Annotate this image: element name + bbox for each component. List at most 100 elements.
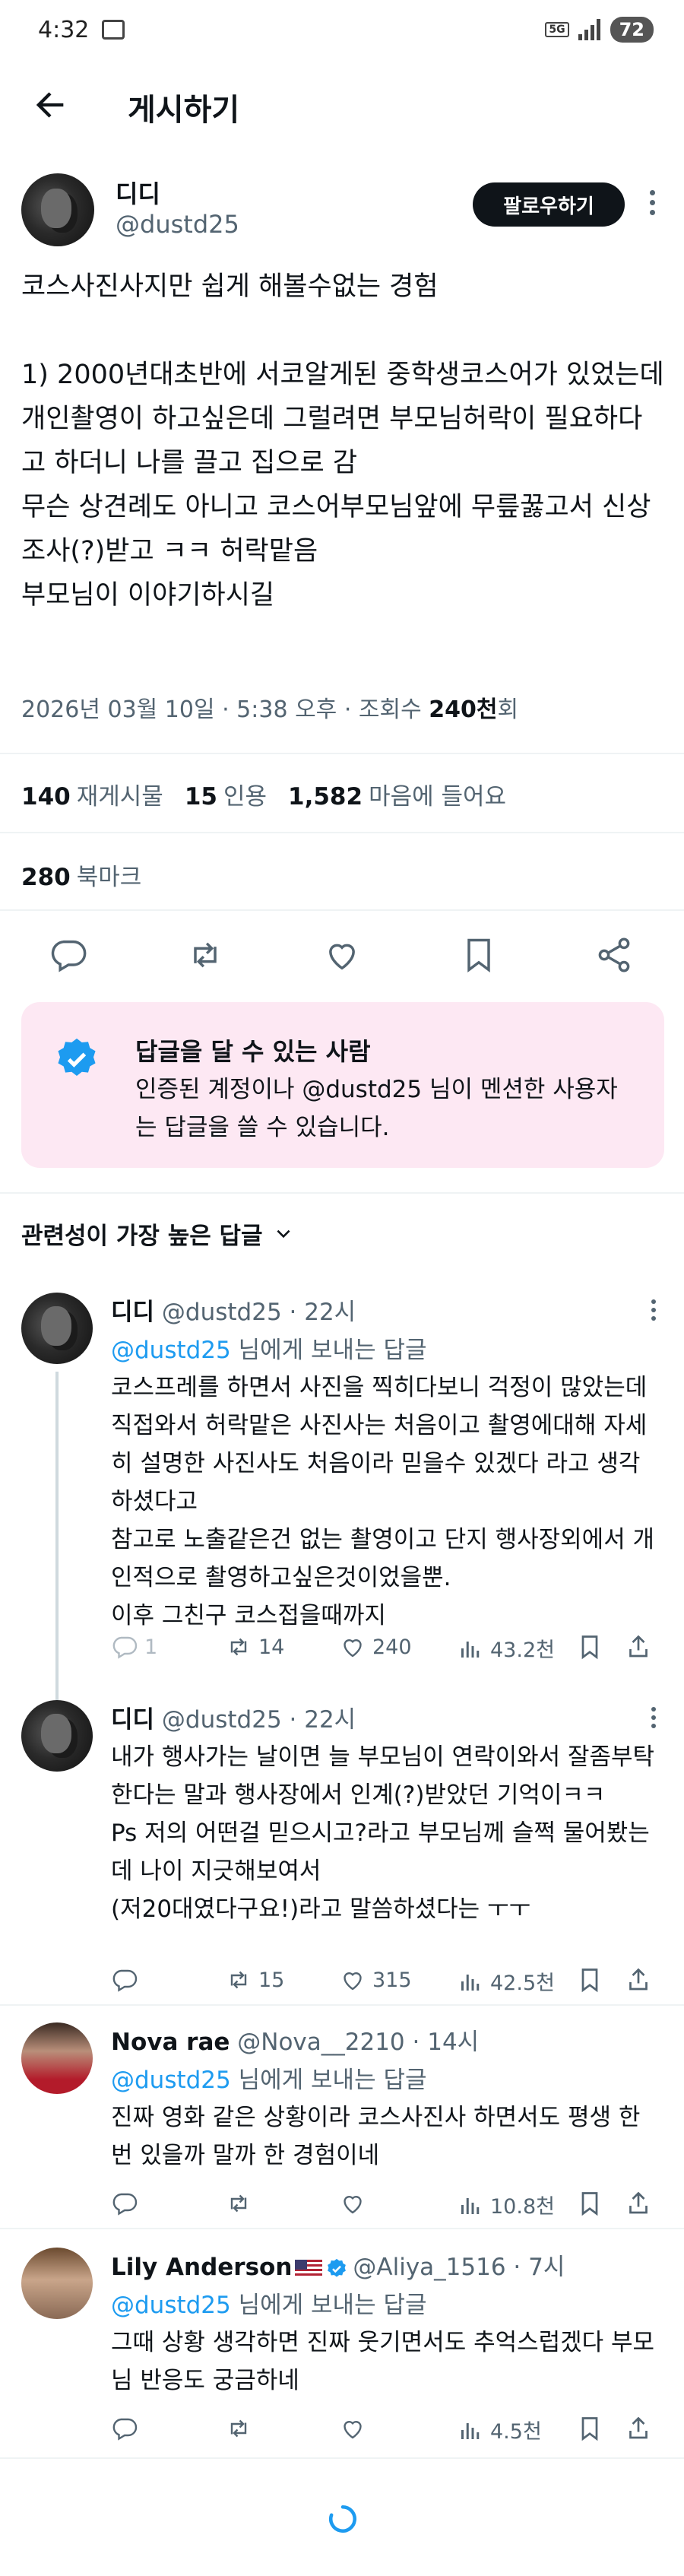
share-icon[interactable] xyxy=(625,1966,652,1994)
view-count[interactable]: 240천 xyxy=(429,696,497,723)
repost-icon xyxy=(230,1971,247,1989)
avatar[interactable] xyxy=(21,173,94,246)
quotes-stat[interactable]: 15 인용 xyxy=(185,777,267,811)
reply-count[interactable] xyxy=(111,2190,144,2217)
reply-header: 디디 @dustd25 · 22시 xyxy=(111,1706,356,1734)
divider xyxy=(0,832,684,833)
analytics-icon xyxy=(461,1974,480,1991)
post-date: 2026년 03월 10일 · 5:38 오후 · 조회수 xyxy=(21,696,429,723)
bookmark-icon[interactable] xyxy=(576,1633,603,1661)
view-count[interactable]: 10.8천 xyxy=(457,2190,555,2219)
repost-count[interactable] xyxy=(225,2190,258,2217)
author-name[interactable]: 디디 xyxy=(116,175,160,210)
chevron-down-icon xyxy=(277,1229,290,1238)
reply-count[interactable] xyxy=(111,1966,144,1994)
reply-icon xyxy=(112,2418,138,2441)
reply-count[interactable] xyxy=(111,2415,144,2442)
view-count[interactable]: 4.5천 xyxy=(457,2415,542,2444)
repost-count[interactable] xyxy=(225,2415,258,2442)
like-count[interactable]: 240 xyxy=(339,1633,412,1661)
like-icon xyxy=(344,1639,362,1658)
more-options-icon[interactable] xyxy=(646,1296,661,1332)
status-icons: 5G 72 xyxy=(545,17,654,43)
engagement-stats: 140 재게시물 15 인용 1,582 마음에 들어요 xyxy=(21,777,506,811)
follow-button[interactable]: 팔로우하기 xyxy=(473,182,625,227)
post-meta: 2026년 03월 10일 · 5:38 오후 · 조회수 240천회 xyxy=(21,690,518,724)
reply-actions: 15 315 42.5천 xyxy=(111,1966,658,2000)
loading-spinner-icon xyxy=(328,2505,356,2533)
thread-line xyxy=(55,1372,59,1738)
reply-sort-dropdown[interactable]: 관련성이 가장 높은 답글 xyxy=(21,1217,293,1251)
bookmarks-stat[interactable]: 280 북마크 xyxy=(21,858,141,892)
reply-header: Nova rae @Nova__2210 · 14시 xyxy=(111,2029,480,2056)
avatar[interactable] xyxy=(21,1293,93,1364)
post-text: 코스사진사지만 쉽게 해볼수없는 경험 1) 2000년대초반에 서코알게된 중… xyxy=(21,271,664,611)
likes-stat[interactable]: 1,582 마음에 들어요 xyxy=(288,777,506,811)
network-type: 5G xyxy=(545,22,569,37)
share-icon[interactable] xyxy=(594,935,634,975)
like-icon xyxy=(344,2196,362,2214)
avatar[interactable] xyxy=(21,2248,93,2319)
avatar[interactable] xyxy=(21,2022,93,2094)
top-bar: 게시하기 xyxy=(0,68,684,141)
reply-text: 그때 상황 생각하면 진짜 웃기면서도 추억스럽겠다 부모님 반응도 궁금하네 xyxy=(111,2329,655,2394)
view-suffix: 회 xyxy=(497,696,519,723)
us-flag-icon xyxy=(295,2259,323,2278)
reply-to: @dustd25 님에게 보내는 답글 xyxy=(111,2292,427,2319)
bookmark-icon[interactable] xyxy=(576,2190,603,2217)
divider xyxy=(0,1192,684,1194)
reply-actions: 1 14 240 43.2천 xyxy=(111,1633,658,1667)
repost-icon xyxy=(230,2419,247,2438)
analytics-icon xyxy=(461,2422,480,2439)
reply-icon xyxy=(112,1636,138,1659)
reply-icon[interactable] xyxy=(49,935,88,975)
like-count[interactable]: 315 xyxy=(339,1966,412,1994)
sort-label: 관련성이 가장 높은 답글 xyxy=(21,1223,263,1250)
reposts-stat[interactable]: 140 재게시물 xyxy=(21,777,163,811)
view-count[interactable]: 43.2천 xyxy=(457,1633,555,1663)
reply-text: 내가 행사가는 날이면 늘 부모님이 연락이와서 잘좀부탁한다는 말과 행사장에… xyxy=(111,1743,655,1923)
reply-text: 코스프레를 하면서 사진을 찍히다보니 걱정이 많았는데 직접와서 허락맡은 사… xyxy=(111,1374,655,1629)
reply-box-title: 답글을 달 수 있는 사람 xyxy=(135,1037,371,1066)
author-handle[interactable]: @dustd25 xyxy=(116,210,239,239)
post-actions xyxy=(0,929,684,982)
like-icon xyxy=(344,1972,362,1991)
bookmark-icon[interactable] xyxy=(459,935,499,975)
reply-header: Lily Anderson @Aliya_1516 · 7시 xyxy=(111,2254,565,2281)
repost-icon xyxy=(230,1638,247,1656)
repost-icon[interactable] xyxy=(185,935,225,975)
page-title: 게시하기 xyxy=(128,93,240,128)
reply-count[interactable]: 1 xyxy=(111,1633,157,1661)
reply-actions: 4.5천 xyxy=(111,2415,658,2448)
view-count[interactable]: 42.5천 xyxy=(457,1966,555,1996)
repost-count[interactable]: 14 xyxy=(225,1633,284,1661)
share-icon[interactable] xyxy=(625,2415,652,2442)
reply-icon xyxy=(112,2193,138,2216)
screenshot-icon xyxy=(102,20,125,40)
reply-text: 진짜 영화 같은 상황이라 코스사진사 하면서도 평생 한 번 있을까 말까 한… xyxy=(111,2104,648,2169)
like-icon[interactable] xyxy=(322,935,362,975)
like-icon xyxy=(344,2421,362,2439)
like-count[interactable] xyxy=(339,2190,372,2217)
status-bar: 4:32 5G 72 xyxy=(0,0,684,61)
reply-to: @dustd25 님에게 보내는 답글 xyxy=(111,2067,427,2094)
back-arrow-icon[interactable] xyxy=(30,85,70,125)
repost-count[interactable]: 15 xyxy=(225,1966,284,1994)
reply-permission-notice: 답글을 달 수 있는 사람 인증된 계정이나 @dustd25 님이 멘션한 사… xyxy=(21,1002,664,1168)
share-icon[interactable] xyxy=(625,1633,652,1661)
divider xyxy=(0,2457,684,2459)
more-options-icon[interactable] xyxy=(646,1703,661,1740)
bookmark-icon[interactable] xyxy=(576,2415,603,2442)
reply-icon xyxy=(112,1969,138,1992)
reply-to: @dustd25 님에게 보내는 답글 xyxy=(111,1337,427,1364)
bookmark-icon[interactable] xyxy=(576,1966,603,1994)
more-options-icon[interactable] xyxy=(643,186,661,228)
analytics-icon xyxy=(461,1641,480,1658)
reply-header: 디디 @dustd25 · 22시 xyxy=(111,1299,356,1326)
avatar[interactable] xyxy=(21,1700,93,1772)
verified-badge-icon xyxy=(58,1038,96,1076)
like-count[interactable] xyxy=(339,2415,372,2442)
share-icon[interactable] xyxy=(625,2190,652,2217)
divider xyxy=(0,2004,684,2006)
battery-indicator: 72 xyxy=(610,17,654,43)
